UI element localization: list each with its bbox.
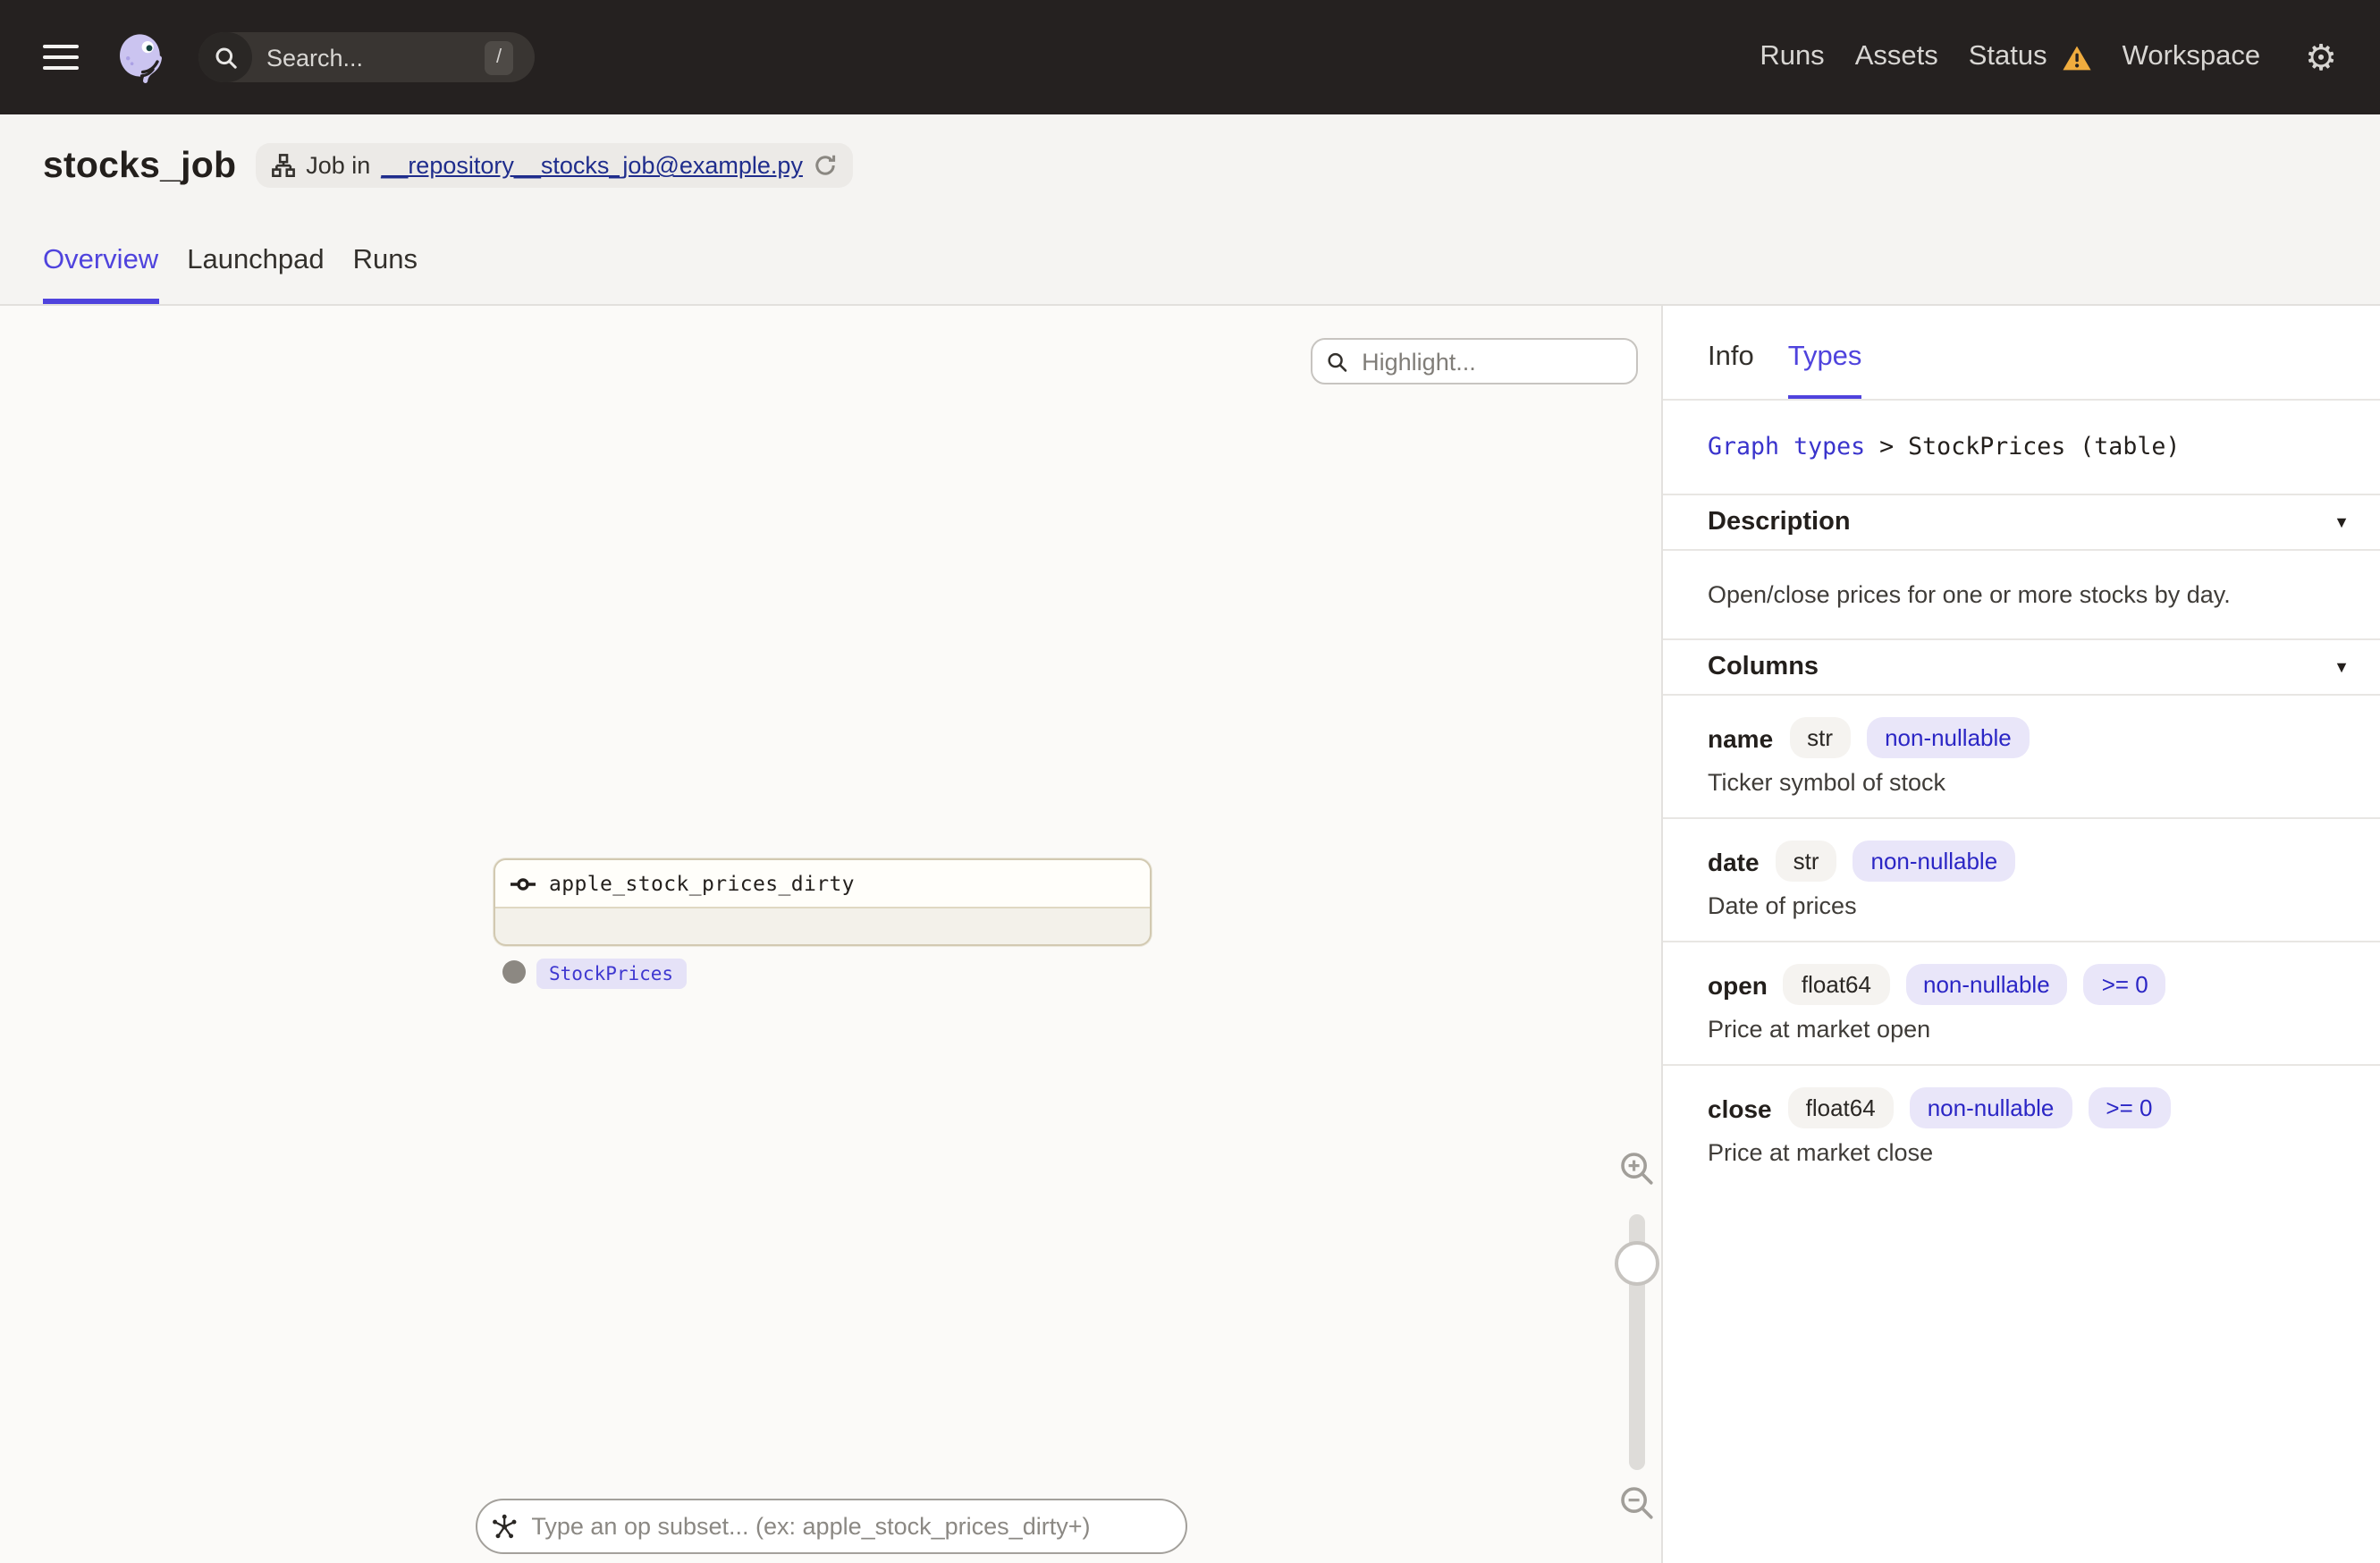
chevron-down-icon[interactable]: ▼ [2334,513,2350,531]
column-name: close [1708,1094,1772,1122]
zoom-in-button[interactable] [1618,1150,1658,1189]
top-navbar: Search... / Runs Assets Status Workspace… [0,0,2380,114]
highlight-input[interactable] [1358,346,1622,376]
op-subset-input[interactable] [527,1511,1171,1542]
search-shortcut-key: / [485,40,513,74]
constraint-chip: non-nullable [1905,964,2068,1005]
constraint-chip: non-nullable [1867,717,2030,758]
search-placeholder: Search... [266,44,364,71]
tab-launchpad[interactable]: Launchpad [187,245,324,304]
warning-triangle-icon [2063,45,2091,70]
constraint-chip: >= 0 [2083,964,2166,1005]
sidebar-tabs: Info Types [1663,306,2380,401]
global-search[interactable]: Search... / [198,32,535,82]
zoom-slider-knob[interactable] [1615,1241,1659,1286]
column-description: Price at market close [1708,1139,1934,1166]
type-breadcrumb: Graph types > StockPrices (table) [1663,401,2380,495]
graph-canvas[interactable]: apple_stock_prices_dirty StockPrices [0,306,1663,1563]
op-icon [511,877,536,890]
op-output-type-tag[interactable]: StockPrices [536,959,687,989]
type-chip: float64 [1787,1087,1894,1128]
breadcrumb-current: StockPrices (table) [1908,434,2181,460]
search-icon [198,32,252,82]
column-description: Ticker symbol of stock [1708,769,1946,796]
type-chip: str [1789,717,1852,758]
page-title: stocks_job [43,144,237,185]
column-tags-line: open float64 non-nullable >= 0 [1708,964,2337,1005]
description-section-header[interactable]: Description ▼ [1663,495,2380,551]
op-node-apple-stock-prices-dirty[interactable]: apple_stock_prices_dirty [494,858,1152,946]
column-description: Price at market open [1708,1016,1931,1043]
column-tags-line: close float64 non-nullable >= 0 [1708,1087,2337,1128]
title-row: stocks_job Job in __repository__stocks_j… [43,114,2337,188]
columns-title: Columns [1708,653,1819,681]
sidebar-tab-types[interactable]: Types [1787,342,1863,399]
breadcrumb-separator: > [1879,434,1895,460]
reload-icon[interactable] [814,154,837,177]
hamburger-menu-icon[interactable] [43,44,79,71]
nav-link-runs[interactable]: Runs [1760,41,1824,73]
column-row-open: open float64 non-nullable >= 0 Price at mark… [1663,942,2380,1066]
details-sidebar: Info Types Graph types > StockPrices (ta… [1663,306,2380,1563]
column-name: name [1708,723,1774,752]
navbar-links: Runs Assets Status Workspace ⚙ [1760,39,2337,75]
job-file-link[interactable]: __repository__stocks_job@example.py [381,152,803,179]
type-chip: str [1775,841,1837,882]
constraint-chip: non-nullable [1853,841,2016,882]
chevron-down-icon[interactable]: ▼ [2334,658,2350,676]
sidebar-tab-info[interactable]: Info [1708,342,1754,399]
column-name: date [1708,847,1760,875]
column-name: open [1708,970,1768,999]
op-node-name: apple_stock_prices_dirty [549,871,855,896]
page-tabs: Overview Launchpad Runs [43,245,418,304]
op-output-dot [502,960,526,984]
type-chip: float64 [1783,964,1889,1005]
description-content: Open/close prices for one or more stocks… [1663,551,2380,640]
constraint-chip: non-nullable [1909,1087,2072,1128]
highlight-search[interactable] [1311,338,1638,384]
job-context-pill: Job in __repository__stocks_job@example.… [256,143,853,188]
nav-link-assets[interactable]: Assets [1855,41,1938,73]
zoom-out-icon [1621,1487,1653,1519]
columns-list: name str non-nullable Ticker symbol of stoc… [1663,696,2380,1189]
op-node-title: apple_stock_prices_dirty [495,860,1150,908]
breadcrumb-graph-types-link[interactable]: Graph types [1708,434,1865,460]
dagster-app: Search... / Runs Assets Status Workspace… [0,0,2380,1563]
job-context-prefix: Job in [306,152,371,179]
octopus-logo-icon [120,34,162,83]
column-row-close: close float64 non-nullable >= 0 Price at mar… [1663,1066,2380,1189]
constraint-chip: >= 0 [2088,1087,2171,1128]
description-title: Description [1708,508,1851,536]
tab-overview[interactable]: Overview [43,245,158,304]
tab-runs[interactable]: Runs [353,245,418,304]
zoom-out-button[interactable] [1618,1484,1658,1524]
zoom-in-icon [1621,1153,1653,1185]
nav-link-status[interactable]: Status [1969,41,2092,73]
column-tags-line: name str non-nullable [1708,717,2337,758]
job-graph-icon [272,154,296,177]
gear-icon[interactable]: ⚙ [2305,39,2337,75]
op-selector-icon [493,1514,517,1539]
page-header: stocks_job Job in __repository__stocks_j… [0,114,2380,306]
column-row-name: name str non-nullable Ticker symbol of stoc… [1663,696,2380,819]
dagster-logo[interactable] [114,30,168,84]
content-area: apple_stock_prices_dirty StockPrices [0,306,2380,1563]
op-subset-filter[interactable] [476,1499,1187,1554]
column-description: Date of prices [1708,892,1857,919]
search-icon [1328,351,1347,371]
columns-section-header[interactable]: Columns ▼ [1663,640,2380,696]
column-row-date: date str non-nullable Date of prices [1663,819,2380,942]
nav-link-workspace[interactable]: Workspace [2123,41,2261,73]
column-tags-line: date str non-nullable [1708,841,2337,882]
